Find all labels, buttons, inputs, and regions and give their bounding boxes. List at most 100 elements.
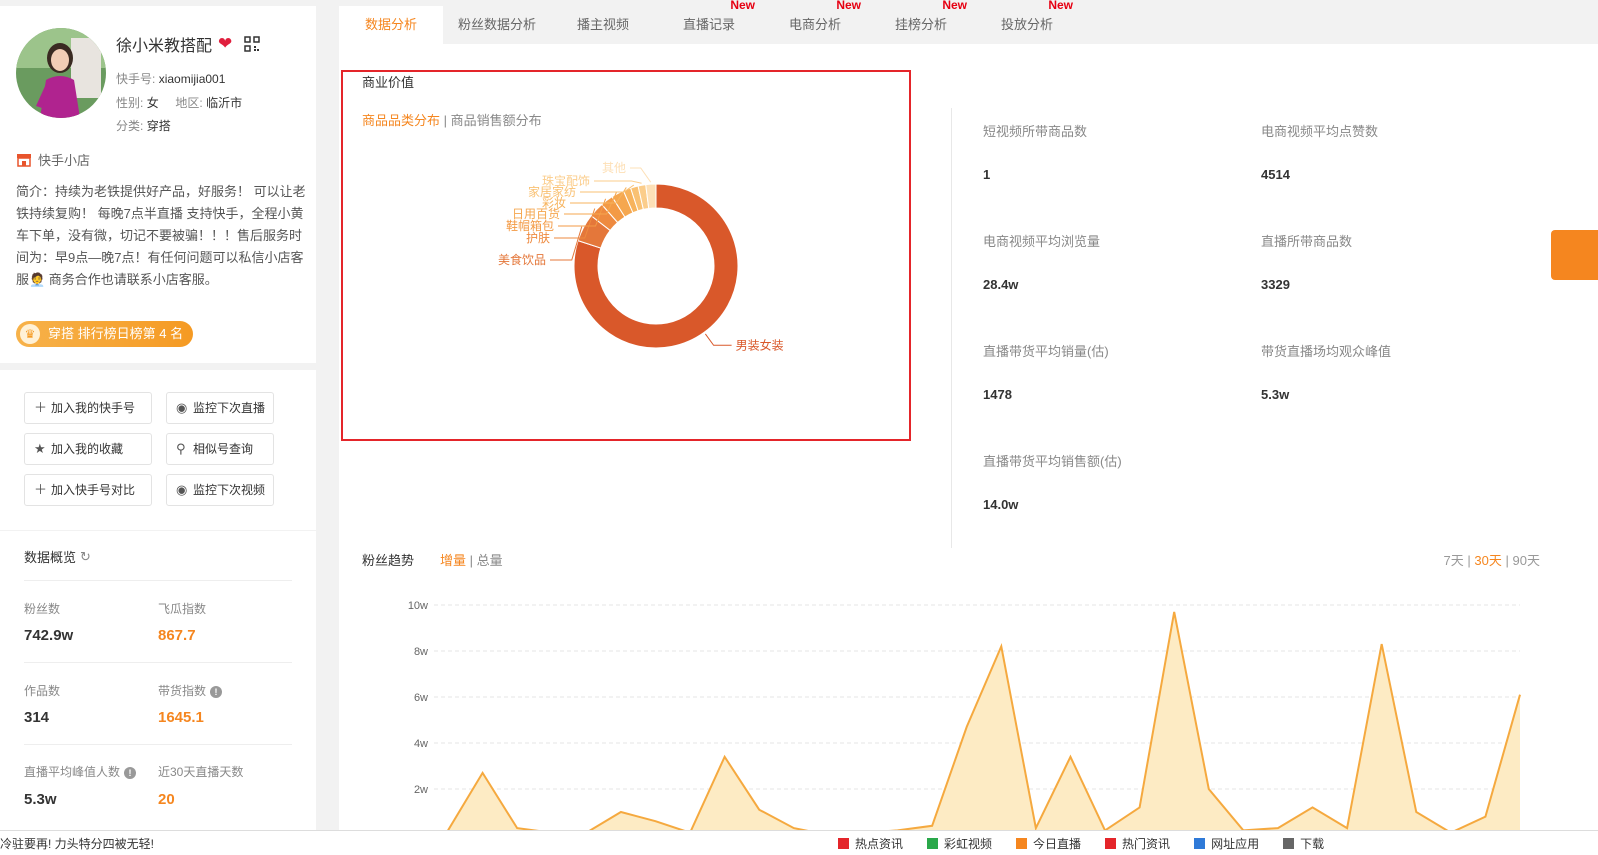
id-label: 快手号:: [116, 72, 156, 86]
range-separator: |: [1467, 553, 1471, 568]
stat-label-with-info: 带货指数!: [158, 682, 223, 699]
donut-label: 其他: [602, 161, 626, 175]
y-tick-label: 10w: [408, 600, 428, 612]
data-overview-card: 数据概览 ↻ 粉丝数 742.9w 飞瓜指数 867.7 作品数 314 带货指…: [0, 531, 316, 831]
stat-label: 飞瓜指数: [158, 602, 207, 616]
divider: [24, 662, 292, 663]
tab-label: 播主视频: [576, 17, 629, 32]
add-to-compare-button[interactable]: ＋ 加入快手号对比: [24, 474, 152, 506]
status-link[interactable]: 下载: [1283, 835, 1324, 852]
status-link[interactable]: 热点资讯: [838, 835, 903, 852]
divider: [24, 580, 292, 581]
add-to-favorites-button[interactable]: ★ 加入我的收藏: [24, 433, 152, 465]
profile-card: 徐小米教搭配 ❤ 快手号: xiaomijia001 性别: 女 地区: 临沂市…: [0, 6, 316, 363]
gender-label: 性别:: [116, 96, 144, 110]
trend-tab-increment[interactable]: 增量: [440, 553, 466, 568]
kpi-value: 1478: [983, 387, 1012, 402]
plus-icon: ＋: [34, 400, 48, 415]
shop-link[interactable]: 快手小店: [16, 150, 90, 169]
range-90d[interactable]: 90天: [1513, 553, 1540, 568]
profile-gender-region: 性别: 女 地区: 临沂市: [116, 94, 242, 111]
tab-rankings[interactable]: 挂榜分析 New: [869, 0, 973, 44]
info-icon[interactable]: !: [124, 767, 137, 779]
status-link[interactable]: 网址应用: [1194, 835, 1259, 852]
status-link-label: 下载: [1300, 837, 1325, 851]
add-to-my-accounts-button[interactable]: ＋ 加入我的快手号: [24, 392, 152, 424]
trend-tab-total[interactable]: 总量: [477, 553, 503, 568]
divider: [951, 108, 952, 548]
monitor-next-live-button[interactable]: ◉ 监控下次直播: [166, 392, 274, 424]
new-badge: New: [1048, 0, 1073, 12]
kpi-label: 电商视频平均点赞数: [1261, 124, 1379, 139]
tab-live-records[interactable]: 直播记录 New: [657, 0, 761, 44]
hot-icon: [1105, 838, 1117, 849]
download-icon: [1283, 838, 1295, 849]
tab-label: 电商分析: [788, 17, 841, 32]
eye-icon: ◉: [176, 482, 188, 497]
overview-title-text: 数据概览: [24, 550, 77, 565]
status-link[interactable]: 彩虹视频: [927, 835, 992, 852]
side-floating-tab[interactable]: [1551, 230, 1598, 280]
refresh-icon[interactable]: ↻: [80, 549, 91, 565]
tab-ecommerce[interactable]: 电商分析 New: [763, 0, 867, 44]
profile-sidebar: 徐小米教搭配 ❤ 快手号: xiaomijia001 性别: 女 地区: 临沂市…: [0, 0, 316, 831]
status-link[interactable]: 热门资讯: [1105, 835, 1170, 852]
similar-accounts-button[interactable]: ⚲ 相似号查询: [166, 433, 274, 465]
stat-value-works: 314: [24, 709, 50, 726]
stat-value-fans: 742.9w: [24, 627, 74, 644]
category-label: 分类:: [116, 119, 144, 133]
y-tick-label: 2w: [414, 784, 428, 796]
button-label: 监控下次直播: [193, 401, 266, 415]
overview-title: 数据概览 ↻: [24, 547, 91, 566]
tab-data-analysis[interactable]: 数据分析: [339, 6, 443, 44]
apps-icon: [1194, 838, 1206, 849]
donut-leader-line: [704, 333, 732, 346]
donut-label: 美食饮品: [498, 252, 546, 267]
eye-icon: ◉: [176, 400, 188, 415]
kpi-value: 28.4w: [983, 277, 1019, 292]
kpi-label: 电商视频平均浏览量: [983, 234, 1101, 249]
kpi-value: 1: [983, 167, 991, 182]
fans-trend-chart: 2w 4w 6w 8w 10w: [408, 600, 1521, 830]
qr-code-icon[interactable]: [244, 36, 261, 52]
y-tick-label: 6w: [414, 692, 428, 704]
status-bar-links: 热点资讯 彩虹视频 今日直播 热门资讯 网址应用 下载: [838, 835, 1324, 852]
stat-label-text: 带货指数: [158, 684, 207, 698]
tab-label: 挂榜分析: [894, 17, 947, 32]
range-7d[interactable]: 7天: [1444, 553, 1464, 568]
trend-tabs: 增量 | 总量: [440, 550, 503, 569]
tab-ad-analysis[interactable]: 投放分析 New: [975, 0, 1079, 44]
kpi-label: 短视频所带商品数: [983, 124, 1088, 139]
profile-category: 分类: 穿搭: [116, 117, 171, 134]
tab-label: 直播记录: [682, 17, 735, 32]
kpi-value: 5.3w: [1261, 387, 1290, 402]
stat-value-live-days: 20: [158, 791, 175, 808]
monitor-next-video-button[interactable]: ◉ 监控下次视频: [166, 474, 274, 506]
status-link[interactable]: 今日直播: [1016, 835, 1081, 852]
tab-videos[interactable]: 播主视频: [551, 6, 655, 44]
video-icon: [927, 838, 939, 849]
kpi-value: 14.0w: [983, 497, 1019, 512]
kpi-label: 直播带货平均销量(估): [983, 344, 1109, 359]
subtab-sales-distribution[interactable]: 商品销售额分布: [451, 113, 542, 128]
stat-label: 粉丝数: [24, 602, 61, 616]
search-icon: ⚲: [176, 441, 186, 456]
trend-area: [448, 611, 1520, 830]
subtab-category-distribution[interactable]: 商品品类分布: [362, 113, 440, 128]
avatar[interactable]: [16, 28, 106, 118]
profile-id: 快手号: xiaomijia001: [116, 70, 225, 87]
category-value: 穿搭: [146, 119, 171, 133]
rank-badge[interactable]: ♛ 穿搭 排行榜日榜第 4 名: [16, 321, 194, 347]
stat-label-with-info: 直播平均峰值人数!: [24, 763, 137, 780]
range-selector: 7天 | 30天 | 90天: [1444, 550, 1540, 569]
divider: [24, 744, 292, 745]
kpi-value: 3329: [1261, 277, 1290, 292]
category-donut-chart: 男装女装美食饮品护肤鞋帽箱包日用百货彩妆家居家纺珠宝配饰其他: [498, 161, 784, 352]
range-30d[interactable]: 30天: [1474, 553, 1501, 568]
info-icon[interactable]: !: [210, 686, 223, 698]
new-badge: New: [730, 0, 755, 12]
tab-fans-analysis[interactable]: 粉丝数据分析: [445, 6, 549, 44]
heart-icon: ❤: [218, 34, 233, 53]
button-label: 相似号查询: [193, 442, 254, 456]
y-tick-label: 8w: [414, 646, 428, 658]
